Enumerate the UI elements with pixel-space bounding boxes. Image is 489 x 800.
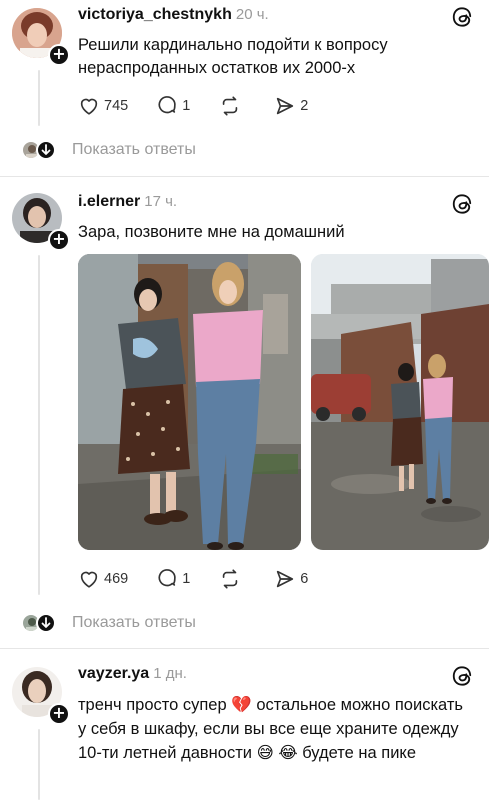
post-photo-2[interactable] <box>311 254 489 550</box>
heart-icon <box>80 98 98 115</box>
action-bar: 469 1 6 <box>78 567 336 591</box>
action-bar: 745 1 2 <box>78 94 336 118</box>
comment-count: 1 <box>182 98 191 114</box>
thread-line <box>38 729 40 800</box>
share-icon <box>277 97 294 115</box>
comment-count: 1 <box>182 571 191 587</box>
follow-plus-icon[interactable]: + <box>48 44 70 66</box>
avatar-2[interactable]: + <box>12 193 70 251</box>
username[interactable]: vayzer.ya <box>78 665 149 682</box>
share-button[interactable]: 6 <box>274 568 308 590</box>
repost-icon <box>223 569 238 589</box>
thread-line <box>38 70 40 126</box>
share-icon <box>277 570 294 588</box>
repost-button[interactable] <box>218 95 246 117</box>
repost-button[interactable] <box>218 568 246 590</box>
comment-icon <box>158 569 176 587</box>
reply-avatars <box>22 140 62 160</box>
share-button[interactable]: 2 <box>274 95 308 117</box>
avatar-1[interactable]: + <box>12 8 70 66</box>
timestamp: 20 ч. <box>235 6 269 23</box>
comment-icon <box>158 96 176 114</box>
post-header: i.elerner 17 ч. <box>78 193 177 211</box>
repost-icon <box>223 96 238 116</box>
like-count: 469 <box>104 571 129 587</box>
threads-logo-icon[interactable] <box>451 193 473 215</box>
like-button[interactable]: 745 <box>78 95 128 117</box>
post-1: + victoriya_chestnykh 20 ч. Решили кардин… <box>0 0 489 172</box>
reply-avatars <box>22 613 62 633</box>
show-replies[interactable]: Показать ответы <box>22 139 196 161</box>
threads-logo-icon[interactable] <box>451 665 473 687</box>
show-replies-label: Показать ответы <box>72 614 196 631</box>
share-count: 2 <box>300 98 309 114</box>
show-replies[interactable]: Показать ответы <box>22 612 196 634</box>
like-button[interactable]: 469 <box>78 568 128 590</box>
post-header: vayzer.ya 1 дн. <box>78 665 187 683</box>
post-photo-1[interactable] <box>78 254 301 550</box>
thread-line <box>38 255 40 595</box>
comment-button[interactable]: 1 <box>156 95 190 117</box>
comment-button[interactable]: 1 <box>156 568 190 590</box>
post-header: victoriya_chestnykh 20 ч. <box>78 6 269 24</box>
post-text: тренч просто супер 💔 остальное можно пои… <box>78 696 463 762</box>
share-count: 6 <box>300 571 309 587</box>
threads-logo-icon[interactable] <box>451 6 473 28</box>
username[interactable]: i.elerner <box>78 193 140 210</box>
heart-icon <box>80 571 98 588</box>
timestamp: 1 дн. <box>153 665 187 682</box>
timestamp: 17 ч. <box>144 193 178 210</box>
arrow-down-icon <box>36 613 56 633</box>
arrow-down-icon <box>36 140 56 160</box>
post-3: + vayzer.ya 1 дн. тренч просто супер 💔 ос… <box>0 649 489 800</box>
show-replies-label: Показать ответы <box>72 141 196 158</box>
username[interactable]: victoriya_chestnykh <box>78 6 232 23</box>
avatar-3[interactable]: + <box>12 667 70 725</box>
post-text: Зара, позвоните мне на домашний <box>78 223 345 241</box>
post-2: + i.elerner 17 ч. Зара, позвоните мне на … <box>0 177 489 645</box>
like-count: 745 <box>104 98 129 114</box>
post-text: Решили кардинально подойти к вопросу нер… <box>78 36 388 77</box>
follow-plus-icon[interactable]: + <box>48 229 70 251</box>
follow-plus-icon[interactable]: + <box>48 703 70 725</box>
